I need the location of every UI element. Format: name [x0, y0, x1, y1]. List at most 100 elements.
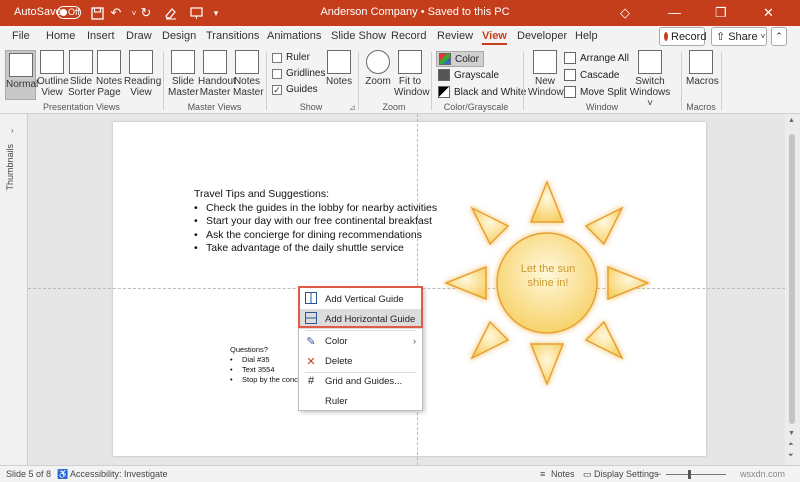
ruler-item[interactable]: Ruler	[299, 391, 422, 411]
tab-developer[interactable]: Developer	[517, 30, 567, 42]
macros-button-label: Macros	[686, 76, 719, 87]
add-vertical-guide-item[interactable]: Add Vertical Guide	[299, 289, 422, 309]
tab-animations[interactable]: Animations	[267, 30, 321, 42]
new-window-icon	[533, 50, 557, 74]
macros-group-label: Macros	[686, 102, 716, 112]
normal-view-button[interactable]: Normal	[5, 50, 38, 100]
guides-checkbox[interactable]: ✓	[272, 84, 282, 95]
grid-and-guides-item[interactable]: # Grid and Guides...	[299, 371, 422, 391]
zoom-slider[interactable]	[666, 474, 726, 475]
grid-and-guides-label: Grid and Guides...	[325, 375, 403, 387]
display-settings-button[interactable]: Display Settings	[594, 469, 659, 479]
tips-list: Check the guides in the lobby for nearby…	[194, 202, 437, 256]
notes-toggle[interactable]: Notes	[551, 469, 575, 479]
handout-master-button[interactable]: Handout Master	[198, 50, 236, 98]
slide-sorter-icon	[69, 50, 93, 74]
ruler-checkbox-row[interactable]: Ruler	[272, 52, 310, 63]
fit-to-window-icon	[398, 50, 422, 74]
ribbon-options-icon[interactable]: ⌃	[771, 27, 787, 46]
restore-icon[interactable]: ❐	[715, 5, 727, 21]
tab-help[interactable]: Help	[575, 30, 598, 42]
scrollbar-thumb[interactable]	[789, 134, 795, 424]
gridlines-label: Gridlines	[286, 68, 326, 79]
color-item[interactable]: ✎ Color ›	[299, 331, 422, 351]
title-bar: AutoSave Off ↶ ˅ ↻ ▾ Anderson Company • …	[0, 0, 800, 26]
accessibility-status[interactable]: Accessibility: Investigate	[70, 469, 168, 479]
macros-button[interactable]: Macros	[686, 50, 719, 87]
fit-to-window-button[interactable]: Fit to Window	[394, 50, 430, 98]
notes-icon	[327, 50, 351, 74]
share-icon: ⇧	[716, 31, 726, 43]
outline-view-button[interactable]: Outline View	[37, 50, 69, 98]
dialog-launcher-icon[interactable]: ⊿	[349, 103, 356, 112]
tips-textbox[interactable]: Travel Tips and Suggestions: Check the g…	[194, 188, 437, 256]
outline-view-label-2: View	[41, 87, 63, 98]
zoom-button[interactable]: Zoom	[364, 50, 392, 87]
gridlines-checkbox[interactable]	[272, 68, 282, 79]
tab-review[interactable]: Review	[437, 30, 473, 42]
next-slide-icon[interactable]: ⏷	[788, 452, 794, 460]
tab-home[interactable]: Home	[46, 30, 75, 42]
add-horizontal-guide-item[interactable]: Add Horizontal Guide	[299, 309, 422, 329]
slide-master-label-1: Slide	[171, 76, 195, 87]
scroll-up-icon[interactable]: ▲	[788, 117, 795, 124]
tab-transitions[interactable]: Transitions	[206, 30, 259, 42]
slide-counter: Slide 5 of 8	[6, 469, 52, 479]
record-button[interactable]: Record	[659, 27, 706, 46]
delete-item[interactable]: ✕ Delete	[299, 351, 422, 371]
zoom-slider-knob[interactable]	[688, 470, 691, 479]
tab-draw[interactable]: Draw	[126, 30, 152, 42]
arrange-all-button[interactable]: Arrange All	[564, 52, 629, 64]
gridlines-checkbox-row[interactable]: Gridlines	[272, 68, 325, 79]
reading-view-icon	[129, 50, 153, 74]
color-button[interactable]: Color	[436, 51, 484, 67]
cascade-button[interactable]: Cascade	[564, 69, 619, 81]
reading-view-button[interactable]: Reading View	[124, 50, 161, 98]
previous-slide-icon[interactable]: ⏶	[788, 441, 794, 449]
switch-windows-button[interactable]: Switch Windows ˅	[628, 50, 672, 109]
switch-windows-icon	[638, 50, 662, 74]
delete-item-label: Delete	[325, 355, 353, 367]
list-item: Check the guides in the lobby for nearby…	[194, 202, 437, 216]
guides-checkbox-row[interactable]: ✓ Guides	[272, 84, 318, 95]
notes-master-button[interactable]: Notes Master	[233, 50, 264, 98]
zoom-out-icon[interactable]: −	[656, 469, 661, 479]
move-split-button[interactable]: Move Split	[564, 86, 627, 98]
tab-view[interactable]: View	[482, 30, 507, 45]
notes-page-button[interactable]: Notes Page	[96, 50, 122, 98]
tab-design[interactable]: Design	[162, 30, 196, 42]
tab-insert[interactable]: Insert	[87, 30, 115, 42]
notes-master-label-2: Master	[233, 87, 264, 98]
slide-master-button[interactable]: Slide Master	[168, 50, 199, 98]
new-window-button[interactable]: New Window	[528, 50, 564, 98]
share-button[interactable]: ⇧ Share ˅	[711, 27, 767, 46]
tab-slide-show[interactable]: Slide Show	[331, 30, 386, 42]
black-white-button[interactable]: Black and White	[438, 86, 526, 98]
slide-sorter-label-2: Sorter	[68, 87, 96, 98]
thumbnails-label: Thumbnails	[5, 144, 15, 191]
move-split-icon	[564, 86, 576, 98]
slide-sorter-button[interactable]: Slide Sorter	[68, 50, 96, 98]
grayscale-label: Grayscale	[454, 69, 500, 81]
vertical-scrollbar[interactable]: ▲ ▼ ⏶ ⏷	[785, 114, 800, 465]
ruler-checkbox[interactable]	[272, 52, 282, 63]
expand-thumbnails-icon[interactable]: ›	[11, 126, 14, 135]
watermark: wsxdn.com	[740, 469, 786, 479]
grayscale-button[interactable]: Grayscale	[438, 69, 499, 81]
thumbnails-pane[interactable]: › Thumbnails	[0, 114, 28, 465]
horizontal-guide-icon	[299, 311, 323, 327]
scroll-down-icon[interactable]: ▼	[788, 430, 795, 437]
tab-file[interactable]: File	[12, 30, 30, 42]
minimize-icon[interactable]: —	[668, 5, 681, 20]
diamond-icon[interactable]: ◇	[620, 5, 630, 21]
notes-master-icon	[235, 50, 259, 74]
tab-record[interactable]: Record	[391, 30, 426, 42]
handout-master-label-2: Master	[199, 87, 231, 98]
macros-icon	[689, 50, 713, 74]
new-window-label-2: Window	[528, 87, 564, 98]
close-icon[interactable]: ✕	[763, 5, 774, 21]
master-views-group-label: Master Views	[187, 102, 242, 112]
zoom-icon	[366, 50, 390, 74]
delete-x-icon: ✕	[306, 355, 316, 368]
notes-button[interactable]: Notes	[326, 50, 352, 87]
